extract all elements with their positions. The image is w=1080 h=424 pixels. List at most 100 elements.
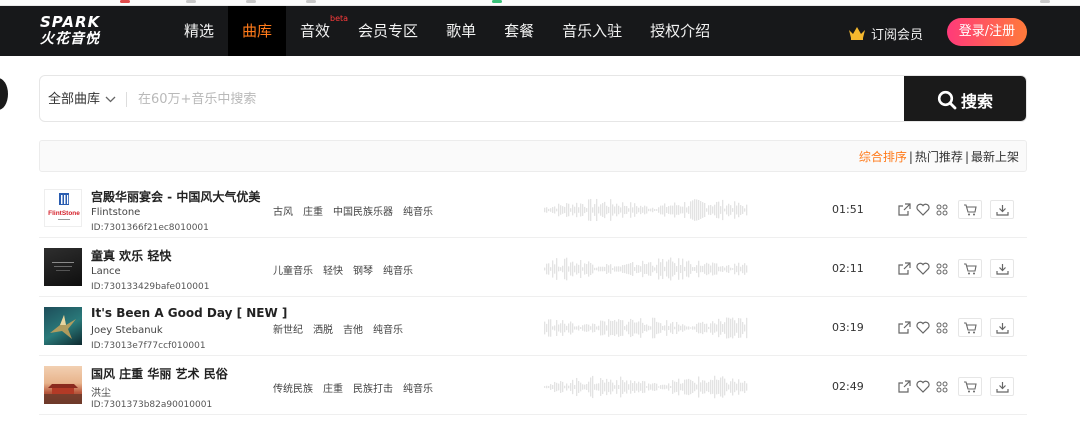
download-icon[interactable] xyxy=(990,259,1014,278)
nav-item-member-zone[interactable]: 会员专区 xyxy=(344,6,432,56)
waveform[interactable] xyxy=(544,196,749,224)
waveform-bar xyxy=(716,379,718,395)
nav-item-library[interactable]: 曲库 xyxy=(228,6,287,56)
waveform-bar xyxy=(702,380,704,394)
search-input[interactable] xyxy=(138,86,878,113)
track-row[interactable]: FlintStone 宫殿华丽宴会 - 中国风大气优美 Flintstone I… xyxy=(39,180,1027,238)
similar-icon[interactable] xyxy=(935,380,949,394)
track-tag[interactable]: 吉他 xyxy=(343,321,363,336)
waveform-bar xyxy=(550,267,552,271)
track-tag[interactable]: 纯音乐 xyxy=(403,380,433,395)
nav-item-sound-effects[interactable]: 音效 beta xyxy=(286,6,348,56)
track-tag[interactable]: 庄重 xyxy=(323,380,343,395)
subscribe-link[interactable]: 订阅会员 xyxy=(848,23,923,43)
cart-icon[interactable] xyxy=(958,259,982,278)
share-icon[interactable] xyxy=(897,380,911,394)
download-icon[interactable] xyxy=(990,200,1014,219)
waveform-bar xyxy=(566,257,568,281)
waveform-bar xyxy=(686,261,688,277)
similar-icon[interactable] xyxy=(935,262,949,276)
waveform-bar xyxy=(696,384,698,390)
track-tag[interactable]: 洒脱 xyxy=(313,321,333,336)
waveform-bar xyxy=(624,382,626,392)
sort-newest[interactable]: 最新上架 xyxy=(971,150,1019,164)
side-floating-tab[interactable] xyxy=(0,78,8,110)
track-cover[interactable] xyxy=(44,307,82,345)
login-register-button[interactable]: 登录/注册 xyxy=(947,18,1027,46)
share-icon[interactable] xyxy=(897,262,911,276)
nav-item-license-intro[interactable]: 授权介绍 xyxy=(636,6,724,56)
track-artist[interactable]: Lance xyxy=(91,266,121,277)
nav-item-featured[interactable]: 精选 xyxy=(170,6,228,56)
track-cover[interactable] xyxy=(44,248,82,286)
track-tag[interactable]: 儿童音乐 xyxy=(273,262,313,277)
sort-bar: 综合排序 | 热门推荐 | 最新上架 xyxy=(39,140,1027,172)
waveform-bar xyxy=(592,375,594,399)
track-artist[interactable]: Joey Stebanuk xyxy=(91,325,163,336)
track-title[interactable]: 宫殿华丽宴会 - 中国风大气优美 xyxy=(91,188,260,205)
share-icon[interactable] xyxy=(897,203,911,217)
track-tag[interactable]: 民族打击 xyxy=(353,380,393,395)
nav-item-playlists[interactable]: 歌单 xyxy=(432,6,490,56)
cart-icon[interactable] xyxy=(958,200,982,219)
heart-icon[interactable] xyxy=(916,203,930,217)
waveform-bar xyxy=(686,207,688,213)
waveform-bar xyxy=(604,321,606,335)
waveform-bar xyxy=(610,379,612,395)
heart-icon[interactable] xyxy=(916,321,930,335)
waveform-bar xyxy=(726,205,728,215)
track-title[interactable]: It's Been A Good Day [ NEW ] xyxy=(91,306,287,320)
similar-icon[interactable] xyxy=(935,321,949,335)
track-row[interactable]: 童真 欢乐 轻快 Lance ID:730133429bafe010001 儿童… xyxy=(39,239,1027,297)
track-tag[interactable]: 轻快 xyxy=(323,262,343,277)
waveform-bar xyxy=(582,267,584,271)
waveform-bar xyxy=(640,383,642,391)
heart-icon[interactable] xyxy=(916,380,930,394)
download-icon[interactable] xyxy=(990,318,1014,337)
track-tag[interactable]: 中国民族乐器 xyxy=(333,203,393,218)
track-tags: 新世纪 洒脱 吉他 纯音乐 xyxy=(273,321,413,336)
track-row[interactable]: It's Been A Good Day [ NEW ] Joey Steban… xyxy=(39,298,1027,356)
track-tag[interactable]: 新世纪 xyxy=(273,321,303,336)
waveform-bar xyxy=(682,206,684,214)
similar-icon[interactable] xyxy=(935,203,949,217)
sort-comprehensive[interactable]: 综合排序 xyxy=(859,150,907,164)
cart-icon[interactable] xyxy=(958,377,982,396)
waveform[interactable] xyxy=(544,314,749,342)
cart-icon[interactable] xyxy=(958,318,982,337)
track-artist[interactable]: 洪尘 xyxy=(91,384,111,399)
track-row[interactable]: 国风 庄重 华丽 艺术 民俗 洪尘 ID:7301373b82a90010001… xyxy=(39,357,1027,415)
track-tag[interactable]: 纯音乐 xyxy=(373,321,403,336)
waveform-bar xyxy=(646,324,648,332)
sort-popular[interactable]: 热门推荐 xyxy=(915,150,963,164)
download-icon[interactable] xyxy=(990,377,1014,396)
waveform-bar xyxy=(714,204,716,216)
track-tag[interactable]: 钢琴 xyxy=(353,262,373,277)
track-artist[interactable]: Flintstone xyxy=(91,207,140,218)
track-tag[interactable]: 纯音乐 xyxy=(403,203,433,218)
track-tag[interactable]: 纯音乐 xyxy=(383,262,413,277)
track-tag[interactable]: 庄重 xyxy=(303,203,323,218)
waveform-bar xyxy=(704,202,706,218)
spark-logo[interactable]: SPARK 火花音悦 xyxy=(40,15,112,49)
waveform-bar xyxy=(684,202,686,218)
waveform[interactable] xyxy=(544,373,749,401)
track-tag[interactable]: 古风 xyxy=(273,203,293,218)
waveform-bar xyxy=(582,384,584,390)
search-button[interactable]: 搜索 xyxy=(904,76,1026,121)
waveform[interactable] xyxy=(544,255,749,283)
track-tag[interactable]: 传统民族 xyxy=(273,380,313,395)
nav-item-music-join[interactable]: 音乐入驻 xyxy=(548,6,636,56)
track-cover[interactable]: FlintStone xyxy=(44,189,82,227)
track-title[interactable]: 国风 庄重 华丽 艺术 民俗 xyxy=(91,365,228,382)
waveform-bar xyxy=(680,383,682,391)
share-icon[interactable] xyxy=(897,321,911,335)
track-cover[interactable] xyxy=(44,366,82,404)
track-id: ID:73013e7f77ccf010001 xyxy=(91,341,206,351)
heart-icon[interactable] xyxy=(916,262,930,276)
library-dropdown[interactable]: 全部曲库 xyxy=(48,76,116,121)
waveform-bar xyxy=(626,264,628,274)
waveform-bar xyxy=(602,266,604,272)
track-title[interactable]: 童真 欢乐 轻快 xyxy=(91,247,171,264)
nav-item-packages[interactable]: 套餐 xyxy=(490,6,548,56)
